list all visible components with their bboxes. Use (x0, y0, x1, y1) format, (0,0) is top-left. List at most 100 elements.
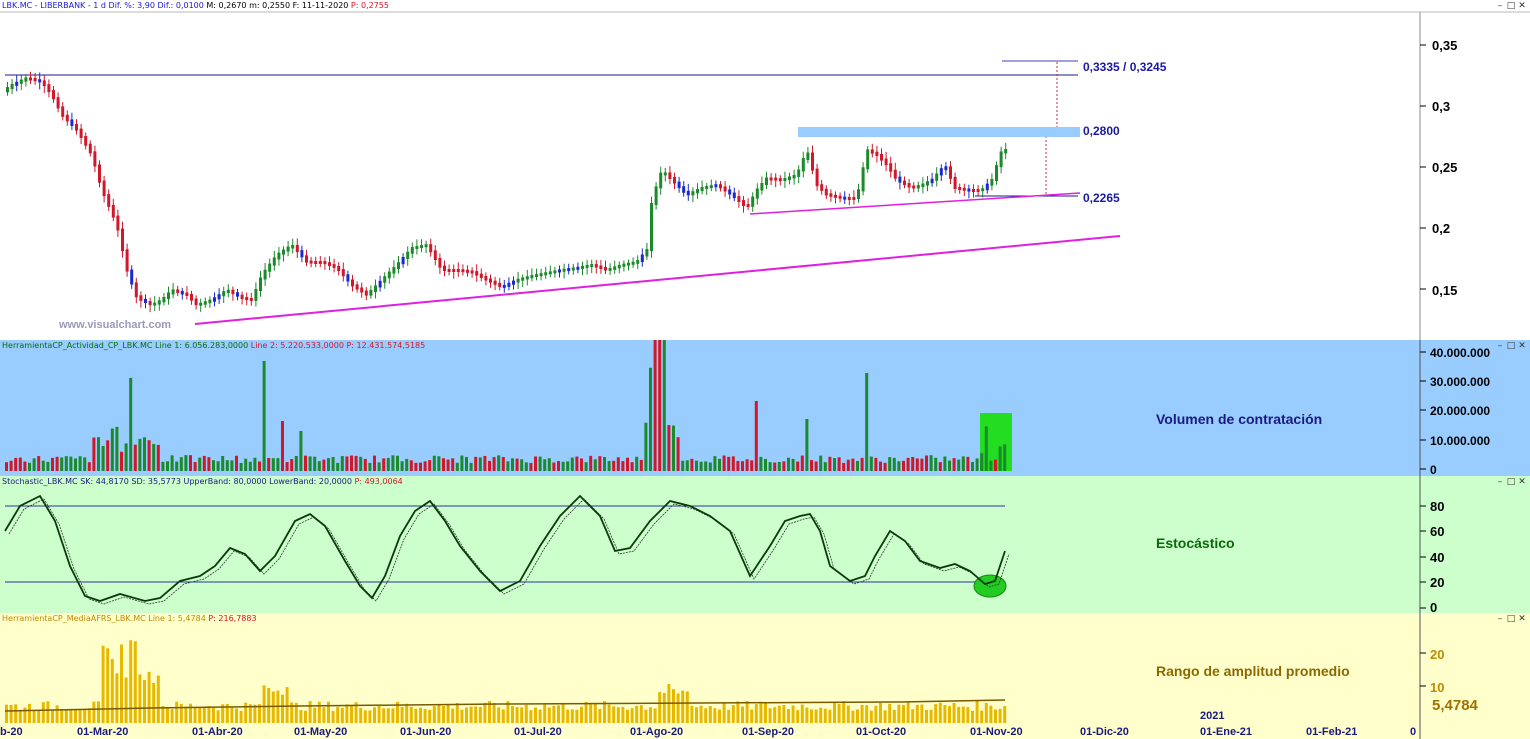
candle-body (884, 158, 888, 166)
candle-body (254, 289, 258, 301)
atr-bar (189, 703, 192, 723)
atr-bar (9, 704, 13, 723)
atr-bar (138, 674, 142, 723)
candle-body (378, 280, 382, 288)
volume-bar (133, 444, 137, 471)
candle-body (180, 290, 184, 295)
price-panel[interactable]: LBK.MC - LIBERBANK - 1 d Dif. %: 3,90 Di… (0, 0, 1530, 340)
volume-bar (892, 457, 896, 471)
volume-bar (345, 456, 349, 471)
candle-body (939, 168, 943, 176)
atr-bar (419, 707, 422, 723)
volume-bar (216, 461, 220, 471)
atr-bar (897, 704, 901, 723)
atr-bar (768, 708, 772, 723)
candle-body (424, 244, 428, 248)
candle-body (502, 284, 506, 288)
candle-body (162, 297, 166, 303)
long-trendline (194, 235, 1121, 325)
atr-bar (120, 644, 123, 723)
candle-body (374, 285, 377, 292)
volume-bar (662, 340, 666, 471)
atr-bar (51, 709, 54, 723)
atr-label: Rango de amplitud promedio (1156, 663, 1350, 679)
atr-bar (984, 702, 988, 723)
restore-button[interactable]: □ (1506, 2, 1516, 11)
candle-body (167, 292, 170, 299)
atr-bar (557, 705, 560, 723)
volume-bar (621, 461, 625, 471)
candle-body (461, 269, 465, 273)
candle-body (438, 258, 442, 268)
candle-body (433, 250, 437, 260)
candle-body (369, 290, 373, 296)
minimize-button[interactable]: – (1495, 615, 1505, 624)
candle-body (967, 188, 971, 192)
volume-bar (313, 456, 317, 471)
candle-body (415, 246, 419, 249)
minimize-button[interactable]: – (1495, 2, 1505, 11)
candle-body (562, 268, 566, 272)
volume-bar (294, 455, 298, 471)
close-button[interactable]: ✕ (1517, 615, 1527, 624)
restore-button[interactable]: □ (1506, 615, 1516, 624)
candle-body (231, 289, 235, 295)
volume-bar (934, 457, 938, 471)
volume-bar (952, 458, 956, 471)
volume-bar (695, 460, 698, 471)
volume-bar (414, 462, 418, 471)
atr-bar (911, 709, 915, 723)
volume-bar (612, 460, 616, 471)
candle-body (429, 244, 433, 253)
minimize-button[interactable]: – (1495, 478, 1505, 487)
atr-bar (672, 689, 675, 723)
candle-body (719, 184, 722, 189)
atr-bar (805, 707, 809, 723)
volume-bar (41, 460, 45, 471)
atr-bar (474, 706, 478, 723)
volume-bar (750, 460, 754, 471)
volume-bar (143, 437, 146, 471)
restore-button[interactable]: □ (1506, 342, 1516, 351)
volume-bar (584, 462, 588, 471)
candle-body (553, 270, 557, 274)
candle-body (585, 264, 589, 268)
candle-body (176, 289, 180, 293)
close-button[interactable]: ✕ (1517, 478, 1527, 487)
volume-panel[interactable]: HerramientaCP_Actividad_CP_LBK.MC Line 1… (0, 340, 1530, 476)
candle-body (714, 184, 718, 188)
minimize-button[interactable]: – (1495, 342, 1505, 351)
atr-bar (879, 702, 882, 723)
candle-body (190, 294, 193, 301)
candle-body (208, 299, 212, 304)
volume-bar (492, 457, 496, 471)
atr-bar (695, 707, 698, 723)
atr-bar (584, 701, 588, 723)
candle-body (889, 163, 893, 172)
atr-bar (414, 708, 418, 723)
volume-bar (423, 461, 427, 471)
volume-bar (810, 460, 813, 471)
restore-button[interactable]: □ (1506, 478, 1516, 487)
close-button[interactable]: ✕ (1517, 342, 1527, 351)
candle-body (769, 177, 773, 181)
close-button[interactable]: ✕ (1517, 2, 1527, 11)
volume-bar (580, 458, 583, 471)
volume-window-controls: – □ ✕ (1494, 341, 1527, 351)
volume-bar (5, 462, 8, 471)
volume-bar (97, 437, 100, 471)
stochastic-ytick: 80 (1430, 499, 1445, 514)
atr-bar (428, 709, 432, 723)
candle-body (990, 179, 994, 186)
atr-bar (74, 709, 77, 723)
volume-bar (897, 461, 901, 471)
price-window-controls: – □ ✕ (1494, 1, 1527, 11)
candle-body (387, 271, 391, 279)
atr-bar (750, 709, 754, 723)
atr-bar (759, 703, 763, 723)
candle-body (217, 294, 221, 300)
x-label: 01-May-20 (294, 726, 348, 738)
atr-bar (166, 708, 169, 723)
atr-panel[interactable]: HerramientaCP_MediaAFRS_LBK.MC Line 1: 5… (0, 613, 1530, 739)
stochastic-panel[interactable]: Stochastic_LBK.MC SK: 44,8170 SD: 35,577… (0, 476, 1530, 613)
